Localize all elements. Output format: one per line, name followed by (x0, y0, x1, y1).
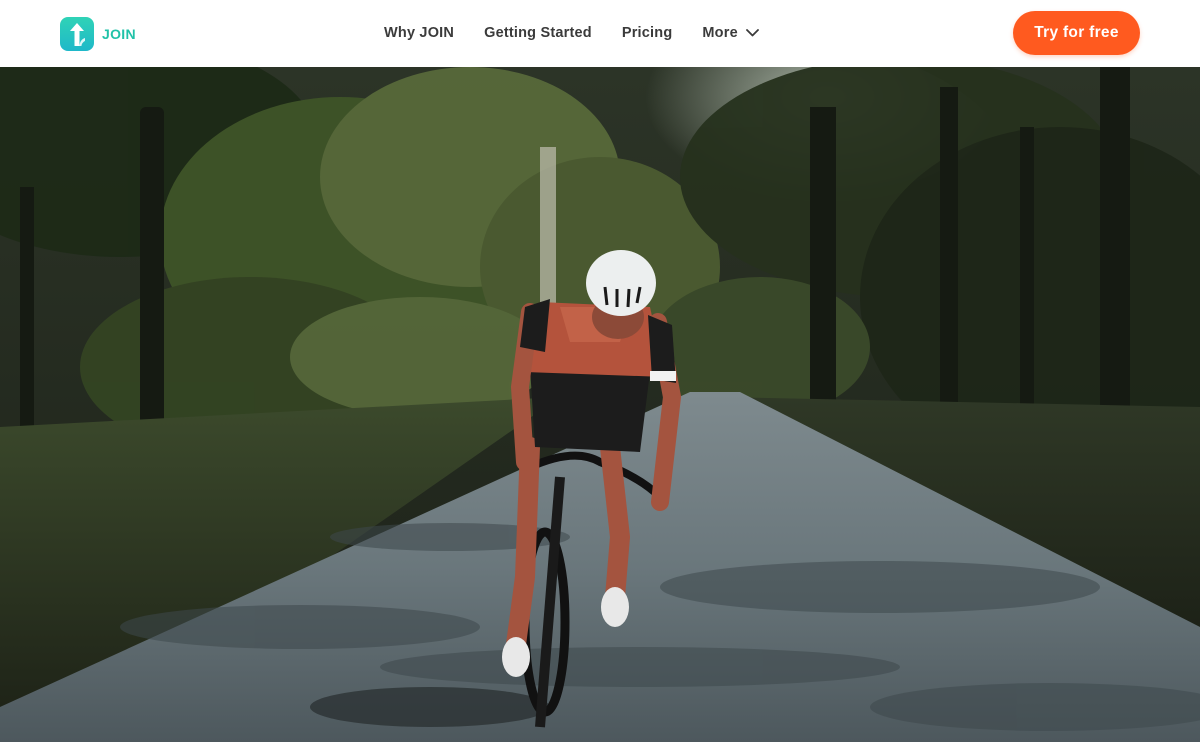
logo-link[interactable]: JOIN (60, 16, 136, 52)
nav-item-why-join[interactable]: Why JOIN (384, 25, 454, 41)
hero-image (0, 67, 1200, 742)
join-logo-icon (60, 17, 94, 51)
nav-item-label: Pricing (621, 25, 673, 41)
chevron-down-icon (745, 29, 759, 37)
try-for-free-button[interactable]: Try for free (1013, 11, 1140, 55)
cta-label: Try for free (1034, 24, 1119, 41)
nav-item-label: More (702, 25, 738, 41)
cyclist-on-forest-road-photo (0, 67, 1200, 742)
nav-item-getting-started[interactable]: Getting Started (484, 25, 592, 41)
bottom-strip (0, 742, 1200, 750)
main-nav: Why JOIN Getting Started Pricing More (384, 22, 759, 44)
nav-item-label: Why JOIN (384, 25, 455, 41)
page: JOIN Why JOIN Getting Started Pricing Mo… (0, 0, 1200, 750)
nav-item-more[interactable]: More (702, 25, 759, 41)
nav-item-label: Getting Started (484, 25, 592, 41)
logo-text: JOIN (102, 26, 136, 42)
nav-item-pricing[interactable]: Pricing (622, 25, 673, 41)
site-header: JOIN Why JOIN Getting Started Pricing Mo… (0, 0, 1200, 67)
